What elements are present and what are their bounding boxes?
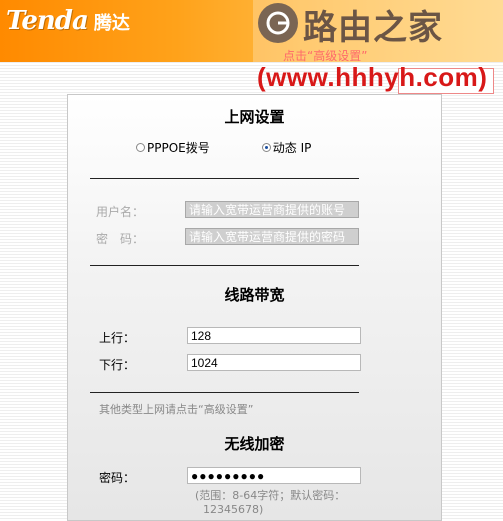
divider [90,392,359,393]
dynamic-ip-label[interactable]: 动态 IP [273,139,312,156]
pppoe-label[interactable]: PPPOE拨号 [147,139,210,156]
watermark-url: (www.hhhyh.com) [257,62,488,92]
watermark-title: 路由之家 [303,9,443,47]
wifi-password-input[interactable]: ●●●●●●●●● [187,467,361,484]
bandwidth-title: 线路带宽 [224,287,285,304]
upload-input[interactable]: 128 [187,327,361,344]
wireless-security-title: 无线加密 [224,436,285,453]
password-default-hint: 12345678) [203,503,264,516]
brand-logo: Tenda 腾达 [6,6,130,36]
quick-setup-panel: 上网设置 PPPOE拨号 动态 IP 用户名： 请输入宽带运营商提供的账号 密 … [67,94,442,521]
pppoe-radio[interactable] [136,143,145,152]
internet-settings-title: 上网设置 [224,109,285,126]
divider [90,265,359,266]
download-label: 下行： [99,358,136,372]
divider [90,178,359,179]
watermark-logo-icon [258,3,298,43]
password-label: 密 码： [96,232,145,246]
advanced-settings-hint: 其他类型上网请点击“高级设置” [99,403,254,416]
upload-label: 上行： [99,331,136,345]
connection-type-options: PPPOE拨号 动态 IP [136,139,311,156]
password-input[interactable]: 请输入宽带运营商提供的密码 [185,228,359,245]
password-range-hint: (范围：8-64字符；默认密码： [195,489,346,502]
dynamic-ip-radio[interactable] [261,143,271,152]
download-input[interactable]: 1024 [187,354,361,371]
username-label: 用户名： [96,205,145,219]
username-input[interactable]: 请输入宽带运营商提供的账号 [185,201,359,218]
brand-name-cn: 腾达 [93,13,130,33]
brand-name-en: Tenda [6,6,89,36]
wifi-password-label: 密码： [99,471,136,485]
